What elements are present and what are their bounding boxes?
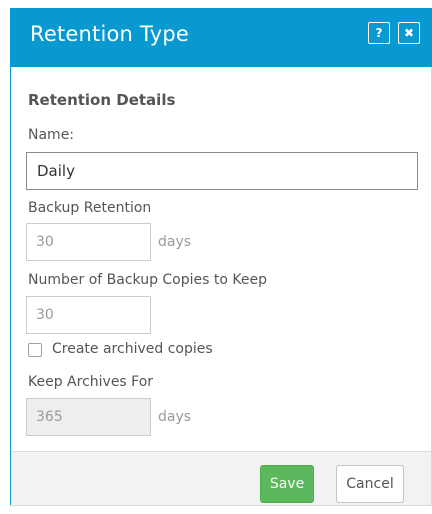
close-icon: ✖ bbox=[403, 26, 415, 40]
cancel-button[interactable]: Cancel bbox=[336, 465, 404, 503]
name-input[interactable]: Daily bbox=[26, 152, 418, 190]
keep-archives-unit: days bbox=[158, 409, 192, 425]
keep-archives-input: 365 bbox=[26, 398, 151, 436]
close-button[interactable]: ✖ bbox=[398, 22, 420, 44]
backup-retention-input[interactable]: 30 bbox=[26, 223, 151, 261]
archive-checkbox-label[interactable]: Create archived copies bbox=[52, 341, 213, 357]
dialog-left-border bbox=[10, 67, 11, 505]
dialog-header: Retention Type ? ✖ bbox=[10, 8, 432, 67]
backup-retention-unit: days bbox=[158, 234, 192, 250]
backup-retention-label: Backup Retention bbox=[28, 200, 152, 216]
keep-archives-label: Keep Archives For bbox=[28, 374, 154, 390]
section-title: Retention Details bbox=[28, 91, 176, 109]
retention-type-dialog: Retention Type ? ✖ Retention Details Nam… bbox=[0, 0, 432, 514]
copies-label: Number of Backup Copies to Keep bbox=[28, 272, 267, 288]
archive-checkbox[interactable] bbox=[28, 343, 42, 357]
dialog-title: Retention Type bbox=[30, 22, 189, 46]
dialog-bottom-border bbox=[10, 505, 432, 506]
question-icon: ? bbox=[375, 26, 383, 40]
help-button[interactable]: ? bbox=[368, 22, 390, 44]
copies-input[interactable]: 30 bbox=[26, 296, 151, 334]
name-label: Name: bbox=[28, 127, 75, 143]
dialog-footer: Save Cancel bbox=[11, 451, 431, 505]
save-button[interactable]: Save bbox=[260, 465, 314, 503]
